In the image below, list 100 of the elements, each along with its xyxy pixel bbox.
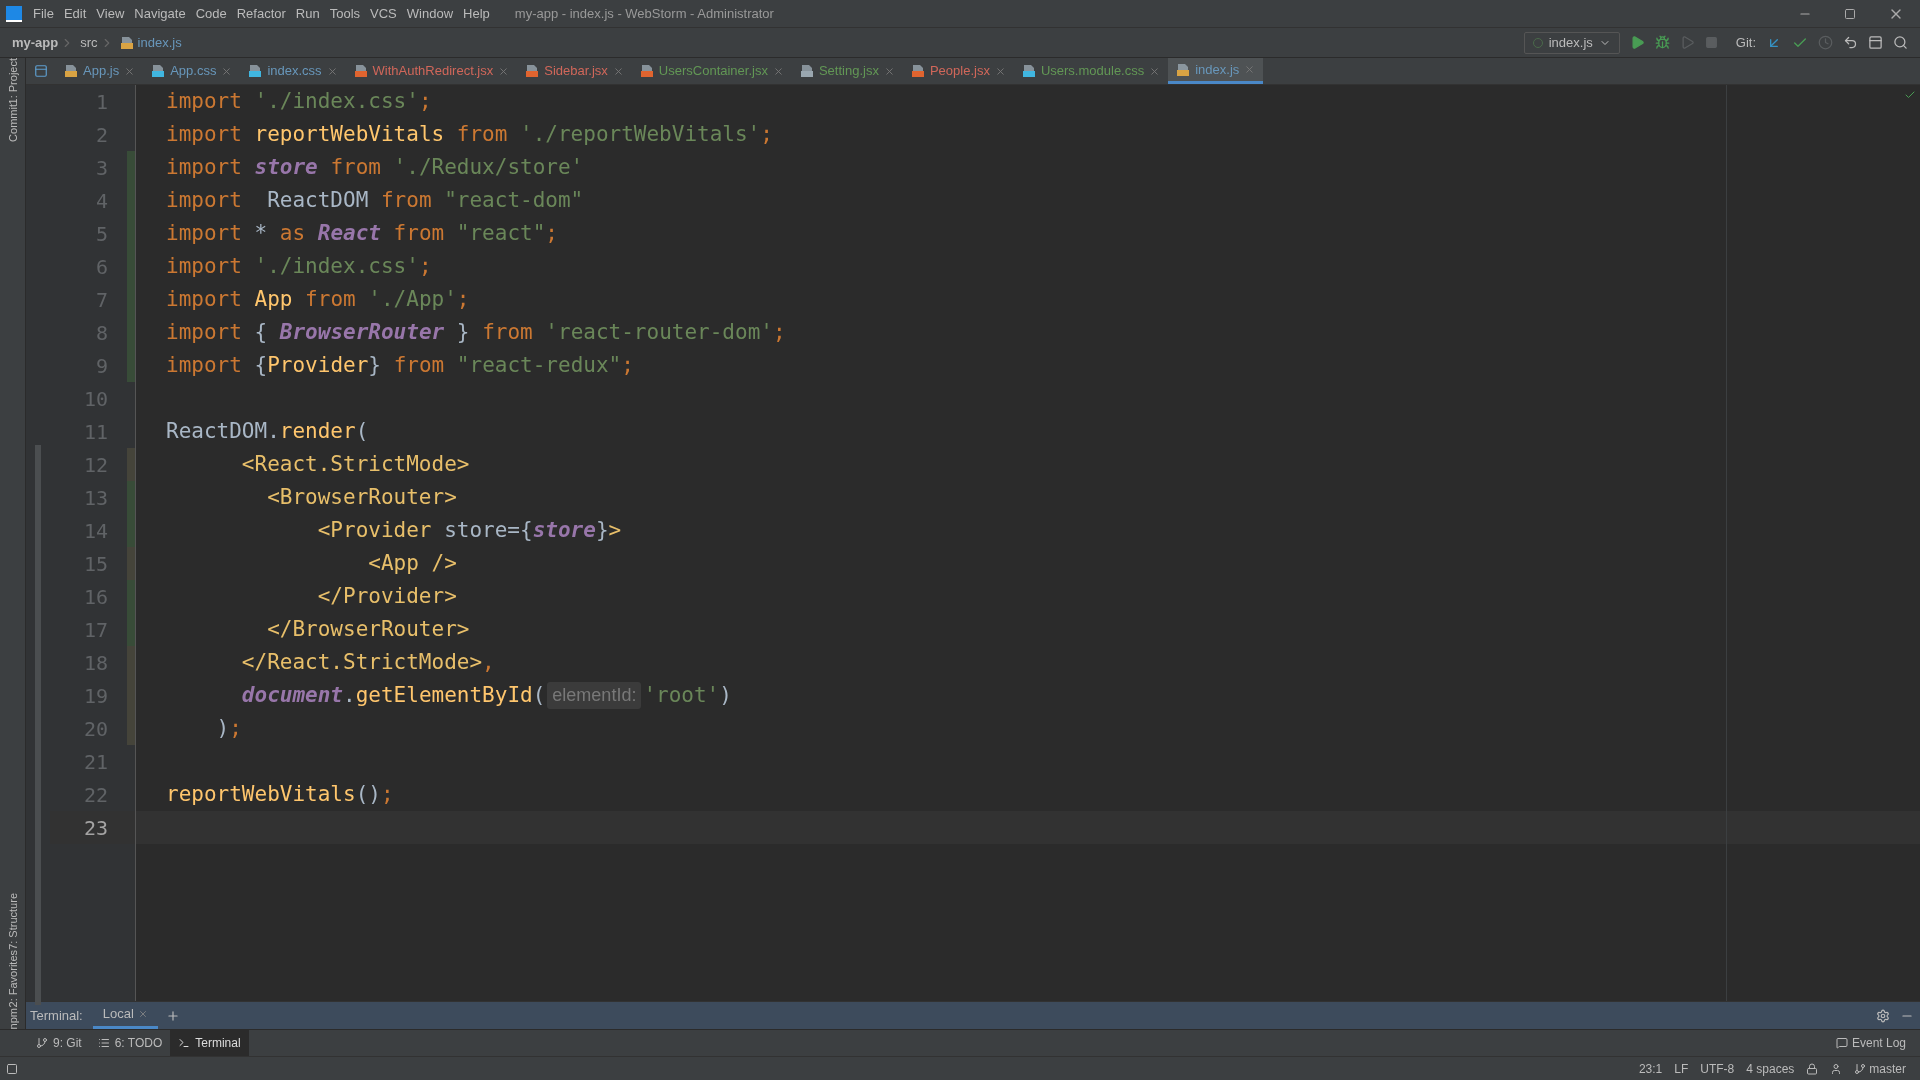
code-token: }	[368, 351, 382, 379]
add-icon[interactable]	[165, 1008, 180, 1023]
close-icon[interactable]	[883, 65, 895, 77]
menu-item[interactable]: Run	[290, 3, 325, 24]
code-token: from	[393, 351, 446, 379]
tool-windows-icon[interactable]	[6, 1062, 18, 1075]
code-token: .	[343, 681, 356, 709]
window-title: my-app - index.js - WebStorm - Administrator	[514, 4, 774, 23]
lock-icon[interactable]	[1806, 1062, 1819, 1075]
status-item[interactable]: 23:1	[1638, 1059, 1663, 1078]
tab-label: index.js	[1195, 60, 1240, 79]
code-token: ;	[545, 219, 558, 247]
breadcrumb[interactable]: index.js	[137, 32, 182, 53]
tool-window-button[interactable]: 9: Git	[28, 1030, 90, 1056]
editor-tab[interactable]: WithAuthRedirect.jsx	[345, 58, 518, 84]
editor-tab[interactable]: Setting.jsx	[791, 58, 903, 84]
code-token: 'react-router-dom'	[545, 318, 773, 346]
code-token: './index.css'	[254, 87, 419, 115]
side-tab[interactable]: npm	[0, 1007, 28, 1029]
code-token: store	[532, 516, 596, 544]
code-token: (	[532, 681, 546, 709]
stop-icon[interactable]	[1704, 36, 1718, 49]
run-config-dropdown[interactable]: index.js	[1523, 31, 1620, 54]
run-icon[interactable]	[1629, 35, 1645, 50]
tab-label: Sidebar.jsx	[544, 62, 608, 81]
menu-item[interactable]: Help	[458, 3, 495, 24]
close-icon[interactable]	[221, 65, 233, 77]
layout-icon[interactable]	[1868, 35, 1883, 50]
tab-label: index.css	[267, 62, 322, 81]
close-icon[interactable]	[326, 65, 338, 77]
rollback-icon[interactable]	[1843, 35, 1858, 50]
branch-widget[interactable]: master	[1854, 1059, 1906, 1078]
inspection-ok-icon	[1904, 89, 1916, 101]
scrollbar[interactable]	[35, 445, 41, 1005]
search-icon[interactable]	[1893, 35, 1908, 50]
tab-label: UsersContainer.jsx	[658, 62, 768, 81]
side-tab[interactable]: Commit	[0, 104, 28, 143]
code-token: ;	[380, 780, 394, 808]
menu-item[interactable]: Code	[190, 3, 232, 24]
person-icon[interactable]	[1830, 1062, 1843, 1075]
file-icon	[525, 64, 540, 78]
menu-item[interactable]: VCS	[365, 3, 402, 24]
event-log-button[interactable]: Event Log	[1835, 1030, 1906, 1056]
tab-label: WithAuthRedirect.jsx	[372, 62, 494, 81]
restore-icon[interactable]	[1844, 7, 1856, 20]
close-icon[interactable]	[772, 65, 784, 77]
menu-item[interactable]: Edit	[58, 3, 92, 24]
status-item[interactable]: UTF-8	[1700, 1059, 1735, 1078]
coverage-icon[interactable]	[1679, 35, 1695, 50]
history-icon[interactable]	[1818, 35, 1833, 50]
editor-tab[interactable]: index.css	[240, 58, 346, 84]
status-item[interactable]: 4 spaces	[1746, 1059, 1795, 1078]
tool-window-button[interactable]: 6: TODO	[89, 1030, 171, 1056]
panel-icon[interactable]	[34, 64, 48, 78]
editor-tab[interactable]: Users.module.css	[1013, 58, 1169, 84]
code-token: from	[379, 186, 433, 214]
file-icon	[64, 64, 78, 78]
editor-tab[interactable]: UsersContainer.jsx	[631, 58, 792, 84]
close-icon[interactable]	[1149, 65, 1161, 77]
menu-item[interactable]: Navigate	[129, 3, 191, 24]
code-token: ;	[456, 285, 470, 313]
menu-item[interactable]: View	[91, 3, 130, 24]
code-token: </Provider>	[316, 582, 457, 610]
menu-item[interactable]: Refactor	[231, 3, 291, 24]
code-token: <App />	[367, 549, 457, 577]
tab-label: App.css	[170, 62, 217, 81]
menu-item[interactable]: Tools	[324, 3, 366, 24]
code-token: import	[166, 120, 243, 148]
settings-icon[interactable]	[1876, 1008, 1890, 1023]
file-icon	[353, 64, 368, 78]
menu-item[interactable]: File	[28, 3, 59, 24]
code-token: React	[317, 219, 381, 247]
menu-item[interactable]: Window	[401, 3, 459, 24]
code-token: (	[355, 417, 369, 445]
speech-bubble-icon	[1835, 1037, 1848, 1049]
code-token: "react-dom"	[444, 186, 584, 214]
close-icon[interactable]	[137, 1009, 148, 1019]
side-tab[interactable]: 2: Favorites	[0, 950, 28, 1008]
code-token: store={	[444, 516, 533, 544]
status-item[interactable]: LF	[1674, 1059, 1689, 1078]
editor-tab[interactable]: People.jsx	[902, 58, 1014, 84]
side-tab[interactable]: 7: Structure	[0, 893, 28, 951]
code-token: './index.css'	[254, 252, 419, 280]
close-icon[interactable]	[994, 65, 1006, 77]
side-tab[interactable]: 1: Project	[0, 58, 28, 105]
code-token: <React.StrictMode>	[240, 450, 470, 478]
code-token: import	[166, 252, 243, 280]
editor-tab[interactable]: App.js	[56, 58, 144, 84]
close-icon[interactable]	[124, 65, 136, 77]
code-token: <BrowserRouter>	[266, 483, 457, 511]
breadcrumb[interactable]: src	[80, 32, 98, 53]
code-token: }	[455, 318, 471, 346]
tool-window-button[interactable]: Terminal	[170, 1030, 249, 1056]
code-token: reportWebVitals	[166, 780, 356, 808]
editor-tab[interactable]: Sidebar.jsx	[517, 58, 632, 84]
editor-tab[interactable]: App.css	[143, 58, 241, 84]
close-icon[interactable]	[498, 65, 510, 77]
breadcrumb[interactable]: my-app	[12, 32, 59, 53]
debug-icon[interactable]	[1654, 35, 1670, 50]
close-icon[interactable]	[612, 65, 624, 77]
